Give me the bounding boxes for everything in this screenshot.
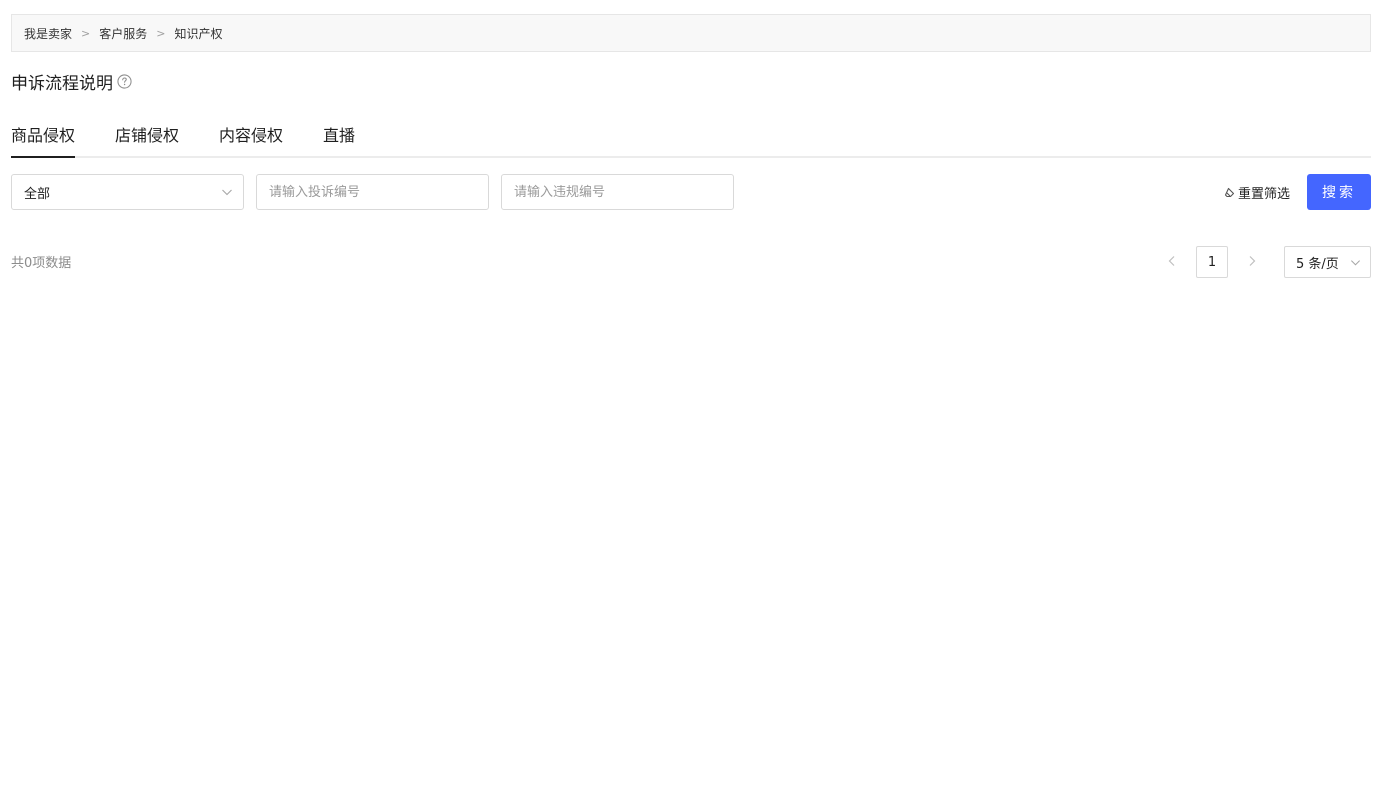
tab-live[interactable]: 直播 bbox=[323, 112, 355, 156]
category-select[interactable]: 全部 bbox=[11, 174, 244, 210]
tab-content-infringement[interactable]: 内容侵权 bbox=[219, 112, 283, 156]
category-select-value: 全部 bbox=[24, 186, 51, 202]
question-circle-icon[interactable] bbox=[117, 73, 132, 89]
page-number-current[interactable]: 1 bbox=[1196, 246, 1228, 278]
violation-number-input[interactable] bbox=[501, 174, 734, 210]
page-title-text: 申诉流程说明 bbox=[11, 73, 113, 94]
breadcrumb-separator: > bbox=[156, 26, 166, 40]
breadcrumb-item-customer-service[interactable]: 客户服务 bbox=[99, 25, 147, 42]
chevron-down-icon bbox=[1351, 260, 1360, 266]
tab-bar: 商品侵权 店铺侵权 内容侵权 直播 bbox=[11, 112, 1371, 158]
chevron-down-icon bbox=[222, 189, 232, 196]
tab-product-infringement[interactable]: 商品侵权 bbox=[11, 112, 76, 158]
reset-filter-button[interactable]: 重置筛选 bbox=[1224, 182, 1290, 202]
breadcrumb: 我是卖家 > 客户服务 > 知识产权 bbox=[11, 14, 1371, 52]
tab-store-infringement[interactable]: 店铺侵权 bbox=[115, 112, 179, 156]
complaint-number-input[interactable] bbox=[256, 174, 489, 210]
page-title: 申诉流程说明 bbox=[11, 68, 132, 94]
total-count: 共0项数据 bbox=[11, 256, 72, 271]
reset-filter-label: 重置筛选 bbox=[1238, 186, 1291, 202]
page-size-value: 5 条/页 bbox=[1296, 256, 1339, 272]
page-size-select[interactable]: 5 条/页 bbox=[1284, 246, 1371, 278]
chevron-right-icon[interactable] bbox=[1245, 254, 1259, 268]
eraser-icon bbox=[1224, 187, 1235, 198]
breadcrumb-item-seller[interactable]: 我是卖家 bbox=[24, 25, 72, 42]
breadcrumb-item-ip: 知识产权 bbox=[174, 26, 223, 41]
chevron-left-icon[interactable] bbox=[1165, 254, 1179, 268]
breadcrumb-separator: > bbox=[81, 26, 91, 40]
search-button[interactable]: 搜索 bbox=[1307, 174, 1371, 210]
